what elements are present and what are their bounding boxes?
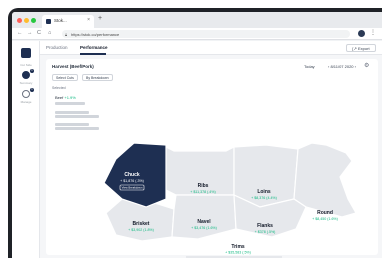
- cut-value-flanks: + $378 (.5%): [255, 230, 276, 234]
- browser-toolbar: ← → C ⌂ 🔒︎ https://stok.co/performance ⋮: [12, 28, 382, 40]
- cut-label-trims: Trims: [231, 244, 245, 250]
- performance-card: Harvest (Beef/Pork) Today ‹ 8/11/07 2020…: [46, 59, 378, 255]
- forward-icon[interactable]: →: [27, 30, 33, 36]
- sidebar: Cut Side 1 Summary 1 Manage: [12, 41, 40, 258]
- cut-label-brisket: Brisket: [133, 221, 150, 227]
- cut-value-navel: + $3,476 (1.6%): [191, 226, 217, 230]
- cut-label-chuck: Chuck: [124, 172, 140, 178]
- close-window-dot[interactable]: [17, 18, 22, 23]
- active-tab-indicator: [80, 53, 106, 55]
- cut-label-flanks: Flanks: [257, 223, 273, 229]
- browser-tab[interactable]: Stok... ×: [42, 15, 94, 28]
- browser-tab-title: Stok...: [54, 18, 67, 23]
- profile-avatar[interactable]: [358, 30, 365, 37]
- manage-badge: 1: [30, 88, 34, 92]
- tab-production[interactable]: Production: [46, 45, 68, 50]
- app-logo[interactable]: [21, 48, 31, 58]
- summary-badge: 1: [30, 69, 34, 73]
- cut-value-ribs: + $11,378 (.4%): [190, 190, 215, 194]
- cut-label-loins: Loins: [257, 189, 271, 195]
- cut-label-navel: Navel: [197, 219, 211, 225]
- browser-tab-strip: Stok... × +: [12, 12, 382, 28]
- top-navigation: Production Performance [↗ Export: [40, 41, 382, 55]
- manage-icon[interactable]: [22, 90, 30, 98]
- export-button[interactable]: [↗ Export: [346, 44, 376, 52]
- cut-value-round: + $8,450 (1.6%): [312, 217, 338, 221]
- summary-icon[interactable]: [22, 71, 30, 79]
- sidebar-section-label: Cut Side: [20, 63, 32, 67]
- sidebar-item-manage-label: Manage: [20, 100, 32, 104]
- view-breakdown-label: View Breakdown: [122, 186, 143, 190]
- reload-icon[interactable]: C: [37, 30, 41, 36]
- cut-label-round: Round: [317, 210, 333, 216]
- new-tab-button[interactable]: +: [98, 15, 102, 22]
- cut-label-ribs: Ribs: [198, 183, 209, 189]
- cut-value-trims: + $35,583 (.5%): [225, 251, 251, 255]
- maximize-window-dot[interactable]: [31, 18, 36, 23]
- browser-window: Stok... × + ← → C ⌂ 🔒︎ https://stok.co/p…: [12, 12, 382, 258]
- minimize-window-dot[interactable]: [24, 18, 29, 23]
- cut-value-brisket: + $3,902 (1.8%): [128, 228, 154, 232]
- back-icon[interactable]: ←: [17, 30, 23, 36]
- navel-region[interactable]: [171, 194, 237, 240]
- url-text: https://stok.co/performance: [71, 31, 120, 37]
- lock-icon: 🔒︎: [65, 31, 68, 37]
- browser-menu-icon[interactable]: ⋮: [370, 29, 376, 36]
- address-bar[interactable]: 🔒︎ https://stok.co/performance: [62, 30, 350, 38]
- cut-value-loins: + $8,376 (4.4%): [251, 196, 277, 200]
- home-icon[interactable]: ⌂: [48, 30, 51, 36]
- close-tab-icon[interactable]: ×: [87, 17, 90, 23]
- carcass-map: Chuck + $1,876 (.3%) View Breakdown Ribs…: [103, 142, 357, 255]
- favicon-icon: [46, 19, 51, 24]
- export-label: Export: [358, 46, 370, 51]
- cut-value-chuck: + $1,876 (.3%): [120, 179, 144, 183]
- sidebar-item-summary-label: Summary: [19, 81, 33, 85]
- app-root: Cut Side 1 Summary 1 Manage Production P…: [12, 41, 382, 258]
- tab-performance[interactable]: Performance: [80, 45, 108, 50]
